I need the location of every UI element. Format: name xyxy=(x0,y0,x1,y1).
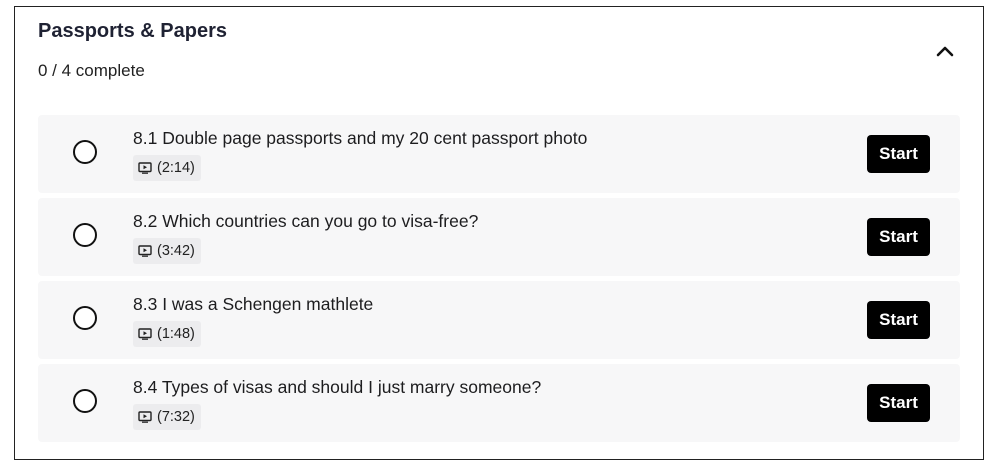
completion-checkbox[interactable] xyxy=(73,389,97,413)
duration-text: (2:14) xyxy=(157,160,195,176)
course-section-panel: Passports & Papers 0 / 4 complete 8.1 Do… xyxy=(14,6,984,460)
lesson-item: 8.4 Types of visas and should I just mar… xyxy=(38,364,960,442)
lesson-title: 8.1 Double page passports and my 20 cent… xyxy=(133,128,588,148)
lesson-list: 8.1 Double page passports and my 20 cent… xyxy=(38,115,960,447)
lesson-item: 8.3 I was a Schengen mathlete (1:48) Sta… xyxy=(38,281,960,359)
duration-badge: (3:42) xyxy=(133,238,201,264)
lesson-title: 8.2 Which countries can you go to visa-f… xyxy=(133,211,479,231)
duration-badge: (2:14) xyxy=(133,155,201,181)
duration-badge: (1:48) xyxy=(133,321,201,347)
duration-text: (1:48) xyxy=(157,326,195,342)
completion-checkbox[interactable] xyxy=(73,140,97,164)
duration-badge: (7:32) xyxy=(133,404,201,430)
lesson-item: 8.1 Double page passports and my 20 cent… xyxy=(38,115,960,193)
video-play-icon xyxy=(138,162,152,174)
chevron-up-icon xyxy=(936,46,954,57)
lesson-title: 8.4 Types of visas and should I just mar… xyxy=(133,377,542,397)
lesson-item: 8.2 Which countries can you go to visa-f… xyxy=(38,198,960,276)
completion-checkbox[interactable] xyxy=(73,223,97,247)
duration-text: (3:42) xyxy=(157,243,195,259)
video-play-icon xyxy=(138,411,152,423)
start-button[interactable]: Start xyxy=(867,384,930,422)
start-button[interactable]: Start xyxy=(867,135,930,173)
video-play-icon xyxy=(138,245,152,257)
section-progress: 0 / 4 complete xyxy=(38,61,145,80)
lesson-title: 8.3 I was a Schengen mathlete xyxy=(133,294,374,314)
start-button[interactable]: Start xyxy=(867,218,930,256)
video-play-icon xyxy=(138,328,152,340)
completion-checkbox[interactable] xyxy=(73,306,97,330)
collapse-button[interactable] xyxy=(931,37,959,65)
start-button[interactable]: Start xyxy=(867,301,930,339)
duration-text: (7:32) xyxy=(157,409,195,425)
section-title: Passports & Papers xyxy=(38,20,227,42)
